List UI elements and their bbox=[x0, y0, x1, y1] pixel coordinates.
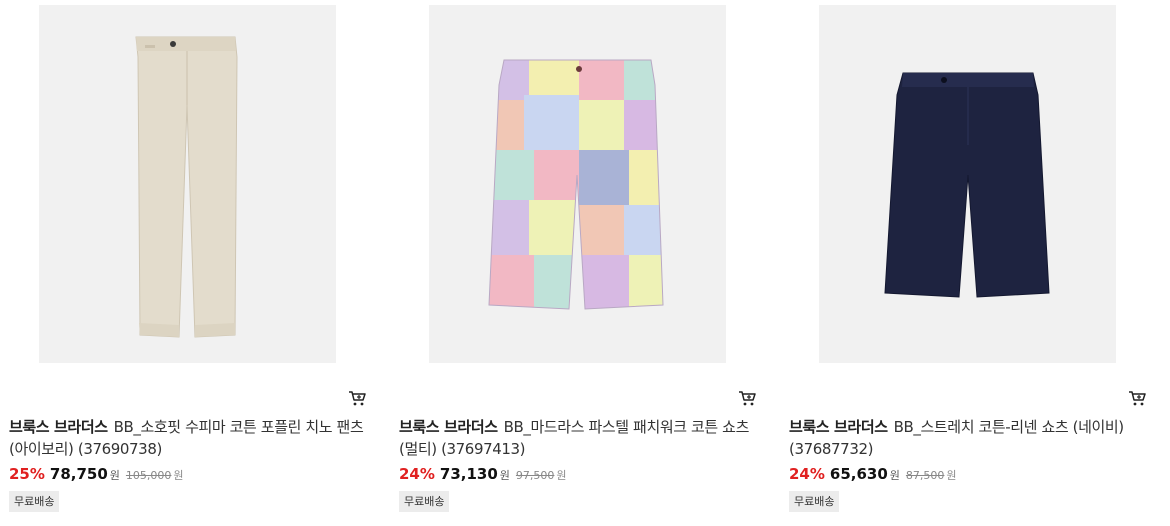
original-price: 105,000 bbox=[125, 469, 172, 482]
cart-icon bbox=[349, 391, 366, 406]
chino-pants-image bbox=[135, 36, 238, 338]
sale-price: 78,750 bbox=[49, 465, 108, 483]
cart-icon bbox=[739, 391, 756, 406]
product-title[interactable]: 브룩스 브라더스 BB_스트레치 코튼-리넨 쇼츠 (네이비) (37687732… bbox=[789, 416, 1151, 460]
discount-rate: 25% bbox=[9, 465, 45, 483]
original-price: 97,500 bbox=[515, 469, 555, 482]
cart-icon bbox=[1129, 391, 1146, 406]
product-card[interactable]: 브룩스 브라더스 BB_마드라스 파스텔 패치워크 코튼 쇼츠 (멀티) (376… bbox=[399, 0, 779, 526]
product-brand: 브룩스 브라더스 bbox=[399, 418, 498, 436]
free-shipping-badge: 무료배송 bbox=[9, 491, 60, 512]
product-card[interactable]: 브룩스 브라더스 BB_스트레치 코튼-리넨 쇼츠 (네이비) (37687732… bbox=[789, 0, 1169, 526]
price-row: 24% 65,630 원 87,500 원 bbox=[789, 464, 957, 484]
original-price-unit: 원 bbox=[946, 469, 957, 482]
original-price: 87,500 bbox=[905, 469, 945, 482]
add-to-cart-button[interactable] bbox=[1128, 389, 1146, 407]
discount-rate: 24% bbox=[789, 465, 825, 483]
sale-price: 73,130 bbox=[439, 465, 498, 483]
free-shipping-badge: 무료배송 bbox=[399, 491, 450, 512]
product-brand: 브룩스 브라더스 bbox=[9, 418, 108, 436]
product-title[interactable]: 브룩스 브라더스 BB_소호핏 수피마 코튼 포플린 치노 팬츠 (아이보리) (… bbox=[9, 416, 371, 460]
product-brand: 브룩스 브라더스 bbox=[789, 418, 888, 436]
add-to-cart-button[interactable] bbox=[738, 389, 756, 407]
price-unit: 원 bbox=[109, 469, 120, 482]
price-row: 24% 73,130 원 97,500 원 bbox=[399, 464, 567, 484]
patchwork-shorts-image bbox=[488, 59, 664, 310]
original-price-unit: 원 bbox=[173, 469, 184, 482]
add-to-cart-button[interactable] bbox=[348, 389, 366, 407]
product-card[interactable]: 브룩스 브라더스 BB_소호핏 수피마 코튼 포플린 치노 팬츠 (아이보리) (… bbox=[9, 0, 389, 526]
product-title[interactable]: 브룩스 브라더스 BB_마드라스 파스텔 패치워크 코튼 쇼츠 (멀티) (376… bbox=[399, 416, 761, 460]
product-grid: 브룩스 브라더스 BB_소호핏 수피마 코튼 포플린 치노 팬츠 (아이보리) (… bbox=[0, 0, 1170, 526]
sale-price: 65,630 bbox=[829, 465, 888, 483]
navy-shorts-image bbox=[884, 72, 1050, 298]
product-image[interactable] bbox=[39, 5, 336, 363]
discount-rate: 24% bbox=[399, 465, 435, 483]
original-price-unit: 원 bbox=[556, 469, 567, 482]
product-image[interactable] bbox=[819, 5, 1116, 363]
price-row: 25% 78,750 원 105,000 원 bbox=[9, 464, 184, 484]
price-unit: 원 bbox=[499, 469, 510, 482]
price-unit: 원 bbox=[889, 469, 900, 482]
product-image[interactable] bbox=[429, 5, 726, 363]
free-shipping-badge: 무료배송 bbox=[789, 491, 840, 512]
